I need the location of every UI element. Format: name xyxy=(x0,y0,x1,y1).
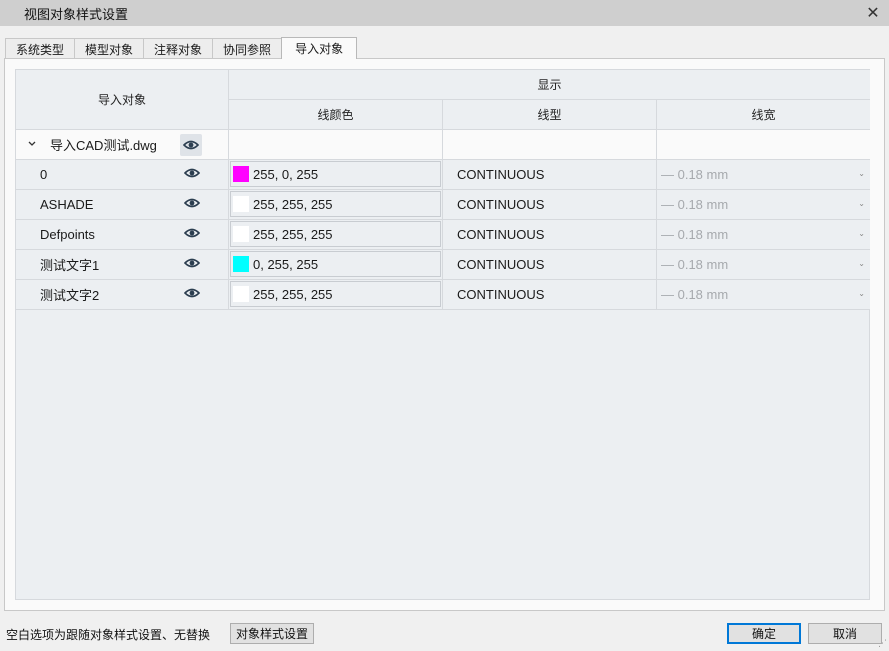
title-bar: 视图对象样式设置 ✕ xyxy=(0,0,889,26)
line-weight-value: — 0.18 mm xyxy=(661,287,729,302)
chevron-down-icon: ⌄ xyxy=(858,169,865,178)
visibility-eye-icon[interactable] xyxy=(180,134,202,156)
chevron-down-icon: ⌄ xyxy=(858,199,865,208)
group-linetype-cell xyxy=(443,130,657,160)
tab-bar: 系统类型 模型对象 注释对象 协同参照 导入对象 xyxy=(5,37,358,59)
line-type-cell[interactable]: CONTINUOUS xyxy=(443,280,657,310)
color-swatch xyxy=(233,256,249,272)
color-value: 255, 255, 255 xyxy=(253,196,333,212)
line-weight-dropdown[interactable]: — 0.18 mm ⌄ xyxy=(657,280,870,310)
line-color-cell: 255, 255, 255 xyxy=(229,280,443,310)
line-color-picker[interactable]: 255, 255, 255 xyxy=(230,281,441,307)
line-weight-value: — 0.18 mm xyxy=(661,197,729,212)
visibility-eye-icon[interactable] xyxy=(183,167,201,181)
object-style-settings-button[interactable]: 对象样式设置 xyxy=(230,623,314,644)
line-type-cell[interactable]: CONTINUOUS xyxy=(443,220,657,250)
header-display: 显示 xyxy=(229,70,870,100)
cancel-button[interactable]: 取消 xyxy=(808,623,882,644)
line-weight-value: — 0.18 mm xyxy=(661,167,729,182)
layer-row[interactable]: 测试文字2 xyxy=(16,280,229,310)
tab-imported-objects[interactable]: 导入对象 xyxy=(281,37,358,59)
line-weight-dropdown[interactable]: — 0.18 mm ⌄ xyxy=(657,250,870,280)
chevron-down-icon: ⌄ xyxy=(858,229,865,238)
layer-row[interactable]: Defpoints xyxy=(16,220,229,250)
tab-model-objects[interactable]: 模型对象 xyxy=(74,38,145,59)
layer-row[interactable]: 测试文字1 xyxy=(16,250,229,280)
color-value: 255, 255, 255 xyxy=(253,286,333,302)
color-swatch xyxy=(233,196,249,212)
layer-name: 0 xyxy=(40,167,48,182)
header-line-weight: 线宽 xyxy=(657,100,870,130)
line-color-cell: 255, 0, 255 xyxy=(229,160,443,190)
layer-name: 测试文字2 xyxy=(40,288,100,303)
object-style-grid: 导入对象 显示 线颜色 线型 线宽 导入CAD测试.dwg 0 255, 0, … xyxy=(15,69,870,600)
line-weight-value: — 0.18 mm xyxy=(661,227,729,242)
line-weight-dropdown[interactable]: — 0.18 mm ⌄ xyxy=(657,220,870,250)
ok-button[interactable]: 确定 xyxy=(727,623,801,644)
group-row-file[interactable]: 导入CAD测试.dwg xyxy=(16,130,229,160)
line-color-picker[interactable]: 255, 255, 255 xyxy=(230,221,441,247)
visibility-eye-icon[interactable] xyxy=(183,257,201,271)
line-color-cell: 255, 255, 255 xyxy=(229,190,443,220)
line-color-picker[interactable]: 0, 255, 255 xyxy=(230,251,441,277)
line-color-picker[interactable]: 255, 0, 255 xyxy=(230,161,441,187)
visibility-eye-icon[interactable] xyxy=(183,197,201,211)
group-lineweight-cell xyxy=(657,130,870,160)
header-line-type: 线型 xyxy=(443,100,657,130)
close-icon[interactable]: ✕ xyxy=(863,3,883,23)
visibility-eye-icon[interactable] xyxy=(183,287,201,301)
color-swatch xyxy=(233,226,249,242)
color-value: 0, 255, 255 xyxy=(253,256,319,272)
layer-row[interactable]: 0 xyxy=(16,160,229,190)
layer-row[interactable]: ASHADE xyxy=(16,190,229,220)
header-imported-object: 导入对象 xyxy=(16,70,229,130)
group-color-cell xyxy=(229,130,443,160)
tab-panel: 导入对象 显示 线颜色 线型 线宽 导入CAD测试.dwg 0 255, 0, … xyxy=(4,58,885,611)
tab-annotation-objects[interactable]: 注释对象 xyxy=(143,38,214,59)
chevron-down-icon[interactable] xyxy=(28,140,36,148)
tab-collaboration-references[interactable]: 协同参照 xyxy=(212,38,283,59)
color-swatch xyxy=(233,286,249,302)
window-title: 视图对象样式设置 xyxy=(24,6,129,22)
tab-system-types[interactable]: 系统类型 xyxy=(5,38,76,59)
line-type-cell[interactable]: CONTINUOUS xyxy=(443,190,657,220)
layer-name: Defpoints xyxy=(40,227,95,242)
visibility-eye-icon[interactable] xyxy=(183,227,201,241)
line-weight-dropdown[interactable]: — 0.18 mm ⌄ xyxy=(657,190,870,220)
line-type-cell[interactable]: CONTINUOUS xyxy=(443,250,657,280)
line-type-cell[interactable]: CONTINUOUS xyxy=(443,160,657,190)
line-color-cell: 255, 255, 255 xyxy=(229,220,443,250)
group-name: 导入CAD测试.dwg xyxy=(50,138,157,153)
footer-note: 空白选项为跟随对象样式设置、无替换 xyxy=(6,628,211,642)
line-weight-dropdown[interactable]: — 0.18 mm ⌄ xyxy=(657,160,870,190)
resize-grip-icon[interactable]: ⋰ xyxy=(878,638,887,649)
line-weight-value: — 0.18 mm xyxy=(661,257,729,272)
chevron-down-icon: ⌄ xyxy=(858,259,865,268)
line-color-cell: 0, 255, 255 xyxy=(229,250,443,280)
layer-name: ASHADE xyxy=(40,197,94,212)
layer-name: 测试文字1 xyxy=(40,258,100,273)
line-color-picker[interactable]: 255, 255, 255 xyxy=(230,191,441,217)
chevron-down-icon: ⌄ xyxy=(858,289,865,298)
color-swatch xyxy=(233,166,249,182)
color-value: 255, 255, 255 xyxy=(253,226,333,242)
header-line-color: 线颜色 xyxy=(229,100,443,130)
color-value: 255, 0, 255 xyxy=(253,166,319,182)
